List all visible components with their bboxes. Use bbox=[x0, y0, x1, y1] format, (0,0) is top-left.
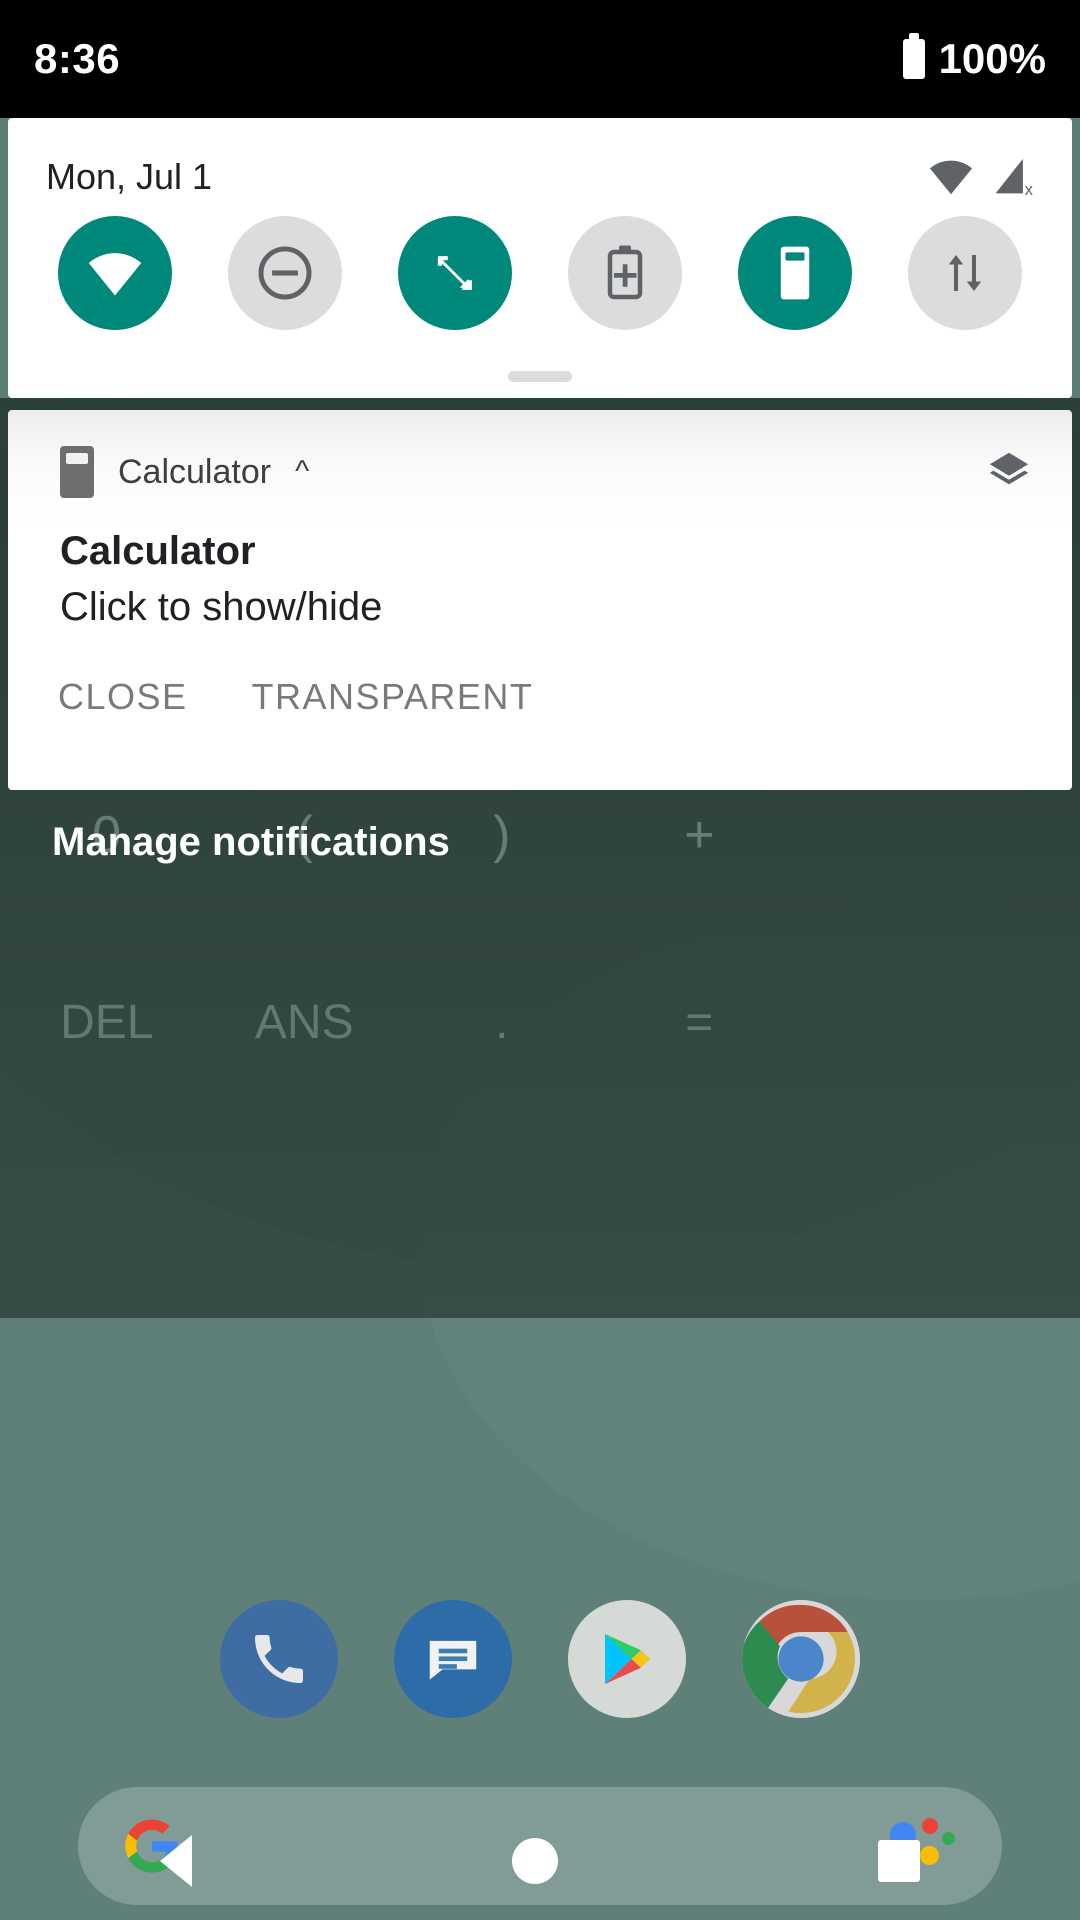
calc-key: + bbox=[684, 806, 715, 864]
home-circle-icon[interactable] bbox=[512, 1838, 558, 1884]
status-bar-clock: 8:36 bbox=[34, 35, 121, 82]
notification-body: Calculator Click to show/hide bbox=[8, 498, 1072, 634]
chevron-up-icon[interactable]: ^ bbox=[295, 455, 309, 489]
calc-key: ANS bbox=[254, 996, 354, 1049]
close-action-button[interactable]: CLOSE bbox=[58, 676, 188, 718]
quick-settings-tiles bbox=[8, 198, 1072, 330]
data-transfer-arrows-icon bbox=[948, 255, 982, 291]
home-dock bbox=[0, 1600, 1080, 1750]
quick-settings-status-icons: x bbox=[928, 157, 1034, 197]
quick-tile-data-saver[interactable] bbox=[908, 216, 1022, 330]
quick-tile-auto-rotate[interactable] bbox=[398, 216, 512, 330]
battery-full-icon bbox=[902, 33, 925, 79]
quick-settings-date: Mon, Jul 1 bbox=[46, 156, 213, 197]
play-store-icon bbox=[605, 1633, 651, 1685]
dock-item-messages[interactable] bbox=[394, 1600, 512, 1718]
notification-text: Click to show/hide bbox=[60, 585, 383, 629]
notification-header-left: Calculator ^ bbox=[60, 446, 309, 498]
manage-notifications-label: Manage notifications bbox=[52, 820, 450, 864]
notification-card-calculator[interactable]: Calculator ^ Calculator Click to show/hi… bbox=[8, 410, 1072, 790]
back-triangle-icon[interactable] bbox=[160, 1835, 192, 1887]
phone-icon bbox=[255, 1635, 303, 1683]
chrome-icon bbox=[742, 1600, 860, 1718]
auto-rotate-icon bbox=[437, 256, 472, 290]
calc-key: = bbox=[685, 996, 714, 1049]
notification-actions: CLOSE TRANSPARENT bbox=[8, 634, 1072, 718]
cellular-no-service-icon: x bbox=[995, 158, 1033, 197]
quick-settings-panel: Mon, Jul 1 x bbox=[8, 118, 1072, 398]
calculator-app-icon bbox=[60, 446, 94, 498]
do-not-disturb-icon bbox=[258, 246, 312, 300]
notification-header: Calculator ^ bbox=[8, 410, 1072, 498]
manage-notifications-row[interactable]: Manage notifications bbox=[52, 820, 450, 865]
dock-item-phone[interactable] bbox=[220, 1600, 338, 1718]
status-bar-right: 100% bbox=[902, 33, 1046, 83]
calc-key: DEL bbox=[60, 996, 154, 1049]
notification-title: Calculator bbox=[60, 529, 256, 573]
quick-settings-page-indicator[interactable] bbox=[508, 371, 572, 382]
navigation-bar bbox=[0, 1802, 1080, 1920]
wifi-icon bbox=[88, 253, 142, 296]
calculator-icon bbox=[780, 246, 810, 300]
layers-icon[interactable] bbox=[986, 447, 1032, 498]
wifi-icon bbox=[929, 160, 973, 195]
battery-plus-icon bbox=[607, 245, 643, 300]
svg-text:x: x bbox=[1025, 181, 1033, 197]
android-screen: % ˄ √ 0 ( ) + DEL ANS . = Manage notific… bbox=[0, 0, 1080, 1920]
calc-key: . bbox=[495, 996, 509, 1049]
battery-percent-label: 100% bbox=[938, 35, 1046, 82]
notification-app-name: Calculator bbox=[118, 452, 272, 491]
transparent-action-button[interactable]: TRANSPARENT bbox=[252, 676, 534, 718]
status-bar: 8:36 100% bbox=[0, 0, 1080, 118]
dock-item-play-store[interactable] bbox=[568, 1600, 686, 1718]
quick-tile-calculator[interactable] bbox=[738, 216, 852, 330]
messages-icon bbox=[429, 1640, 477, 1680]
quick-tile-do-not-disturb[interactable] bbox=[228, 216, 342, 330]
quick-tile-battery-saver[interactable] bbox=[568, 216, 682, 330]
recents-square-icon[interactable] bbox=[878, 1840, 920, 1882]
quick-tile-wifi[interactable] bbox=[58, 216, 172, 330]
dock-item-chrome[interactable] bbox=[742, 1600, 860, 1718]
quick-settings-header: Mon, Jul 1 x bbox=[8, 118, 1072, 198]
